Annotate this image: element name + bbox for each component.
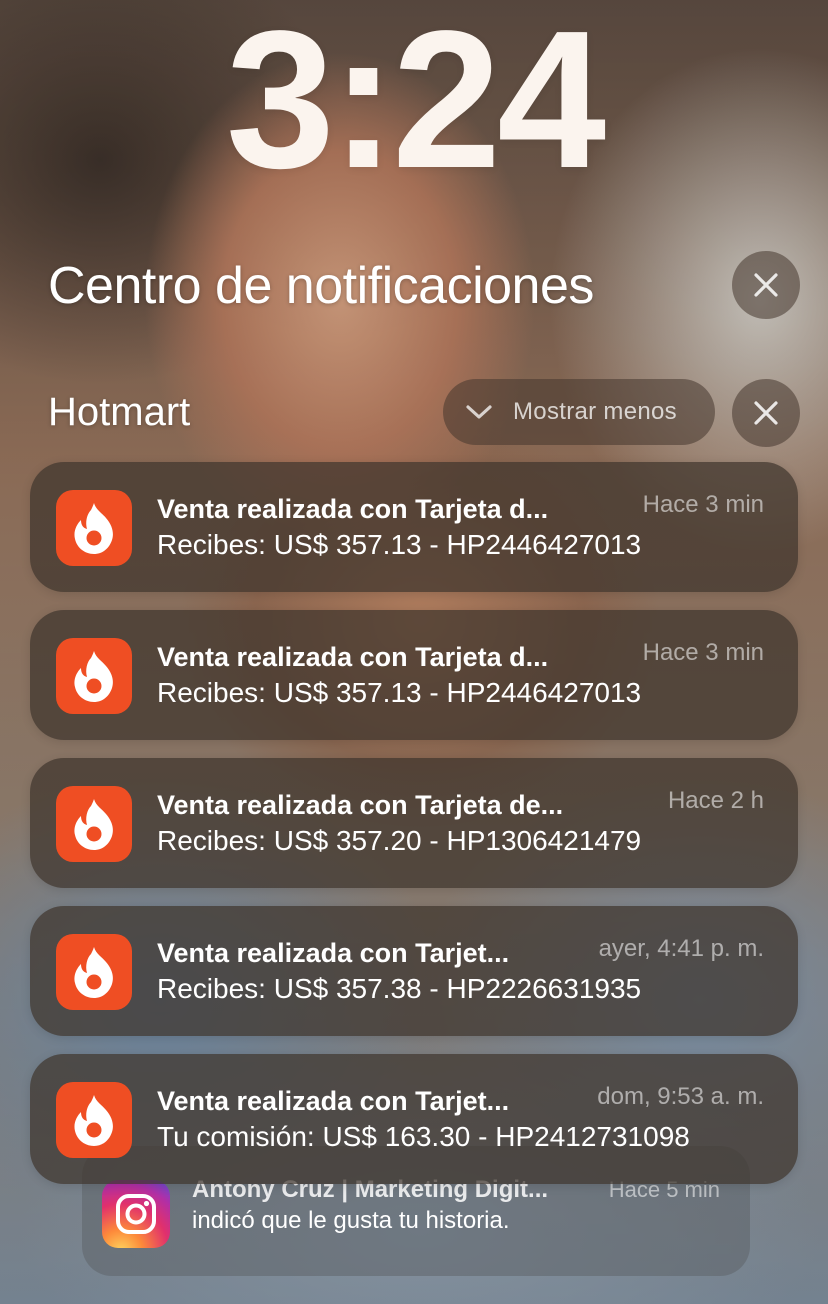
instagram-icon: [102, 1180, 170, 1248]
notification-body: Tu comisión: US$ 163.30 - HP2412731098: [157, 1121, 690, 1152]
clear-all-button[interactable]: [732, 251, 800, 319]
close-icon: [754, 273, 778, 297]
notification-title: Venta realizada con Tarjet...: [157, 938, 510, 968]
notification-group-title: Hotmart: [48, 390, 191, 434]
notification-body: Recibes: US$ 357.38 - HP2226631935: [157, 973, 642, 1004]
notification-title: Venta realizada con Tarjeta d...: [157, 642, 549, 672]
hotmart-flame-icon: [56, 638, 132, 714]
hotmart-flame-icon: [56, 1082, 132, 1158]
hotmart-flame-icon: [56, 934, 132, 1010]
notification-card[interactable]: Venta realizada con Tarjet... dom, 9:53 …: [30, 1054, 798, 1184]
notification-time: Hace 2 h: [667, 787, 764, 814]
lockscreen-clock: 3:24: [225, 0, 606, 209]
hotmart-flame-icon: [56, 490, 132, 566]
show-less-label: Mostrar menos: [513, 398, 677, 425]
notification-card[interactable]: Venta realizada con Tarjeta d... Hace 3 …: [30, 462, 798, 592]
notification-time: Hace 3 min: [642, 639, 764, 666]
notification-center-title: Centro de notificaciones: [48, 257, 594, 315]
close-icon: [754, 401, 778, 425]
notification-time: Hace 3 min: [642, 491, 764, 518]
notification-time: ayer, 4:41 p. m.: [598, 935, 764, 962]
show-less-button[interactable]: Mostrar menos: [443, 379, 715, 445]
chevron-down-icon: [466, 405, 492, 419]
notification-title: Venta realizada con Tarjeta d...: [157, 494, 549, 524]
notification-card[interactable]: Venta realizada con Tarjeta d... Hace 3 …: [30, 610, 798, 740]
notification-card[interactable]: Venta realizada con Tarjeta de... Hace 2…: [30, 758, 798, 888]
hotmart-flame-icon: [56, 786, 132, 862]
notification-title: Venta realizada con Tarjeta de...: [157, 790, 564, 820]
notification-body: indicó que le gusta tu historia.: [192, 1207, 510, 1234]
notification-body: Recibes: US$ 357.20 - HP1306421479: [157, 825, 642, 856]
notification-time: dom, 9:53 a. m.: [597, 1083, 764, 1110]
notification-body: Recibes: US$ 357.13 - HP2446427013: [157, 677, 642, 708]
notification-body: Recibes: US$ 357.13 - HP2446427013: [157, 529, 642, 560]
clear-group-button[interactable]: [732, 379, 800, 447]
notification-title: Venta realizada con Tarjet...: [157, 1086, 510, 1116]
notification-card[interactable]: Venta realizada con Tarjet... ayer, 4:41…: [30, 906, 798, 1036]
